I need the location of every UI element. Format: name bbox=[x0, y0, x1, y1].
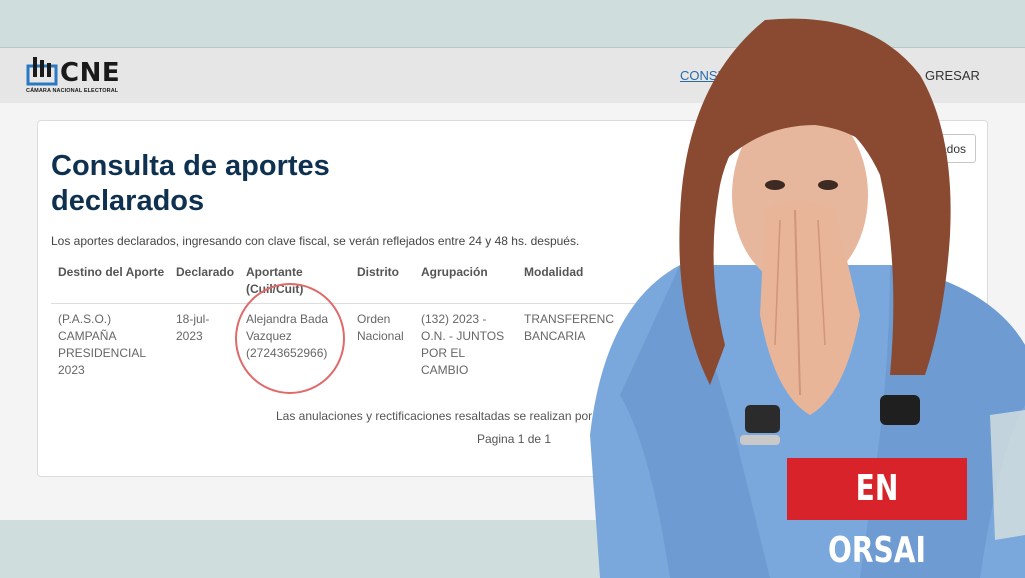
column-header-declarado: Declarado bbox=[176, 265, 235, 279]
logo-text: CNE bbox=[60, 58, 121, 88]
cell-distrito: Orden Nacional bbox=[357, 312, 404, 343]
brand-badge-text: EN ORSAI bbox=[806, 458, 948, 571]
pagination-label: Pagina 1 de 1 bbox=[477, 432, 552, 446]
cne-logo[interactable]: CNE CÁMARA NACIONAL ELECTORAL bbox=[26, 54, 126, 96]
footnote-text: Las anulaciones y rectificaciones resalt… bbox=[276, 409, 605, 423]
logo-subtitle: CÁMARA NACIONAL ELECTORAL bbox=[26, 88, 119, 94]
cell-destino: (P.A.S.O.) CAMPAÑA PRESIDENCIAL 2023 bbox=[58, 312, 146, 377]
page-title: Consulta de aportes declarados bbox=[51, 150, 330, 217]
cell-agrupacion: (132) 2023 - O.N. - JUNTOS POR EL CAMBIO bbox=[421, 312, 505, 377]
column-header-distrito: Distrito bbox=[357, 265, 399, 279]
brand-badge: EN ORSAI bbox=[787, 458, 967, 571]
column-header-agrupacion: Agrupación bbox=[421, 265, 488, 279]
ballot-box-icon bbox=[26, 57, 58, 86]
intro-text: Los aportes declarados, ingresando con c… bbox=[51, 234, 580, 248]
highlight-circle bbox=[235, 283, 345, 394]
cell-declarado: 18-jul-2023 bbox=[176, 312, 210, 343]
column-header-destino: Destino del Aporte bbox=[58, 265, 165, 279]
